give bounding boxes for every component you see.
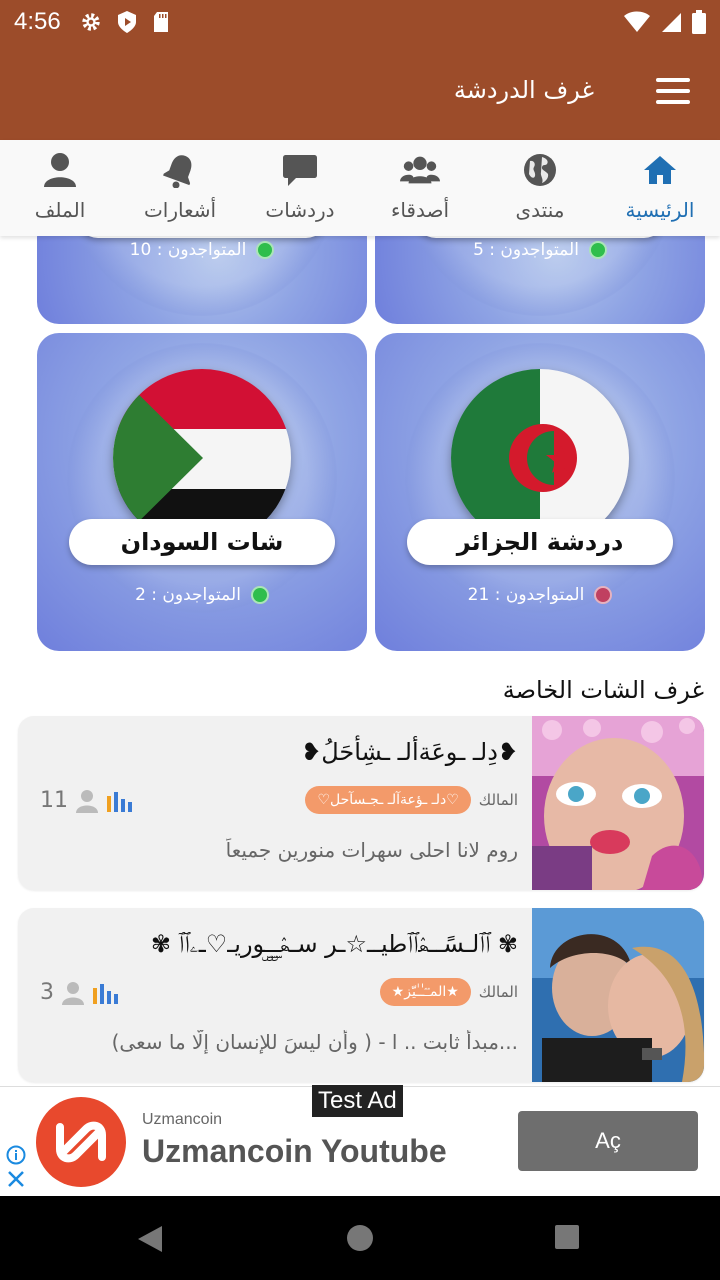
ad-cta-button[interactable]: Aç [518,1111,698,1171]
menu-icon-line [656,89,690,93]
status-time: 4:56 [14,8,61,35]
room-stats: 11 [40,788,132,813]
page-title: غرف الدردشة [453,76,594,104]
room-card-algeria[interactable]: دردشة الجزائر المتواجدون : 21 [375,333,705,651]
owner-row: ♡دلـ ـؤعةآلـ ـجـسآحل♡ المالك [305,786,518,814]
bar-chart-icon [107,791,132,812]
system-nav-bar [0,1196,720,1280]
tab-chats[interactable]: دردشات [240,140,360,236]
advertiser-logo [36,1097,126,1187]
room-card-sudan[interactable]: شات السودان المتواجدون : 2 [37,333,367,651]
menu-icon-line [656,78,690,82]
app-bar: غرف الدردشة [0,46,720,140]
bell-icon [160,150,200,190]
wifi-icon [624,11,650,32]
tab-forum[interactable]: منتدى [480,140,600,236]
globe-icon [520,150,560,190]
chat-icon [280,150,320,190]
tab-label: أصدقاء [390,198,450,222]
tab-notifications[interactable]: أشعارات [120,140,240,236]
private-room-card[interactable]: ❥دِلـ ـوعَةألـ ـشِأحَلُ❥ ♡دلـ ـؤعةآلـ ـج… [18,716,704,890]
owner-row: ★المـۘـۘـٰٰـٰيّز★ المالك [379,978,518,1006]
home-circle-icon[interactable] [346,1224,374,1252]
online-dot-icon [256,241,275,259]
private-room-card[interactable]: ✾ ٱٱلـسًــۿٱٱطيــ☆ـر سـۿـۣـۣـۣوريـ♡ـۦٱٱ … [18,908,704,1082]
online-dot-icon [588,241,607,259]
room-title: ✾ ٱٱلـسًــۿٱٱطيــ☆ـر سـۿـۣـۣـۣوريـ♡ـۦٱٱ … [150,930,518,958]
room-description: (وأن ليسَ للإنسان إلّا ما سعى ) - مبدأ ث… [111,1030,518,1054]
room-name-pill: شات السودان [69,519,335,565]
member-count: 3 [40,980,54,1005]
online-status: المتواجدون : 5 [375,240,705,260]
bar-chart-icon [93,983,118,1004]
member-count: 11 [40,788,68,813]
status-icons-left [80,10,170,34]
room-title: ❥دِلـ ـوعَةألـ ـشِأحَلُ❥ [301,738,518,766]
status-icons-right [624,10,706,34]
close-icon[interactable] [6,1169,26,1189]
online-dot-icon [250,586,269,604]
signal-icon [662,13,681,32]
tab-label: أشعارات [143,198,217,222]
online-status: المتواجدون : 21 [375,585,705,605]
user-icon [76,789,98,813]
status-bar: 4:56 [0,0,720,46]
battery-icon [692,10,706,34]
room-name-pill [415,236,665,238]
tab-label: الملف [34,198,86,222]
online-count: المتواجدون : 10 [129,240,247,260]
room-thumbnail [532,908,704,1082]
shield-play-icon [118,11,136,33]
info-icon[interactable] [6,1145,26,1165]
owner-label: المالك [478,983,518,1001]
tab-label: الرئيسية [625,198,695,222]
tab-friends[interactable]: أصدقاء [360,140,480,236]
tab-bar: الرئيسية منتدى أصدقاء دردشات أشعارات الم… [0,140,720,236]
ad-banner[interactable]: Uzmancoin Uzmancoin Youtube Aç Test Ad [0,1085,720,1196]
owner-chip[interactable]: ♡دلـ ـؤعةآلـ ـجـسآحل♡ [305,786,471,814]
online-dot-icon [594,586,613,604]
owner-chip[interactable]: ★المـۘـۘـٰٰـٰيّز★ [379,978,471,1006]
menu-button[interactable] [656,78,690,104]
back-icon[interactable] [136,1224,164,1254]
sd-card-icon [154,12,168,32]
recents-icon[interactable] [554,1224,580,1250]
content-area: المتواجدون : 5 المتواجدون : 10 دردشة الج… [0,236,720,1086]
tab-home[interactable]: الرئيسية [600,140,720,236]
online-count: المتواجدون : 5 [473,240,579,260]
profile-icon [40,150,80,190]
online-status: المتواجدون : 2 [37,585,367,605]
tab-profile[interactable]: الملف [0,140,120,236]
online-count: المتواجدون : 2 [135,585,241,605]
friends-icon [400,150,440,190]
tab-label: دردشات [265,198,335,222]
room-stats: 3 [40,980,118,1005]
room-card[interactable]: المتواجدون : 10 [37,236,367,324]
user-icon [62,981,84,1005]
room-thumbnail [532,716,704,890]
ad-advertiser: Uzmancoin [142,1111,223,1128]
room-name-pill: دردشة الجزائر [407,519,673,565]
room-description: روم لانا احلى سهرات منورين جميعاً [225,838,518,862]
section-title: غرف الشات الخاصة [502,676,704,704]
tab-label: منتدى [515,198,565,222]
settings-icon [82,13,100,31]
test-ad-label: Test Ad [312,1085,403,1117]
online-count: المتواجدون : 21 [467,585,585,605]
online-status: المتواجدون : 10 [37,240,367,260]
room-card[interactable]: المتواجدون : 5 [375,236,705,324]
home-icon [640,150,680,190]
owner-label: المالك [478,791,518,809]
menu-icon-line [656,100,690,104]
ad-headline: Uzmancoin Youtube [142,1133,447,1169]
room-name-pill [77,236,327,238]
